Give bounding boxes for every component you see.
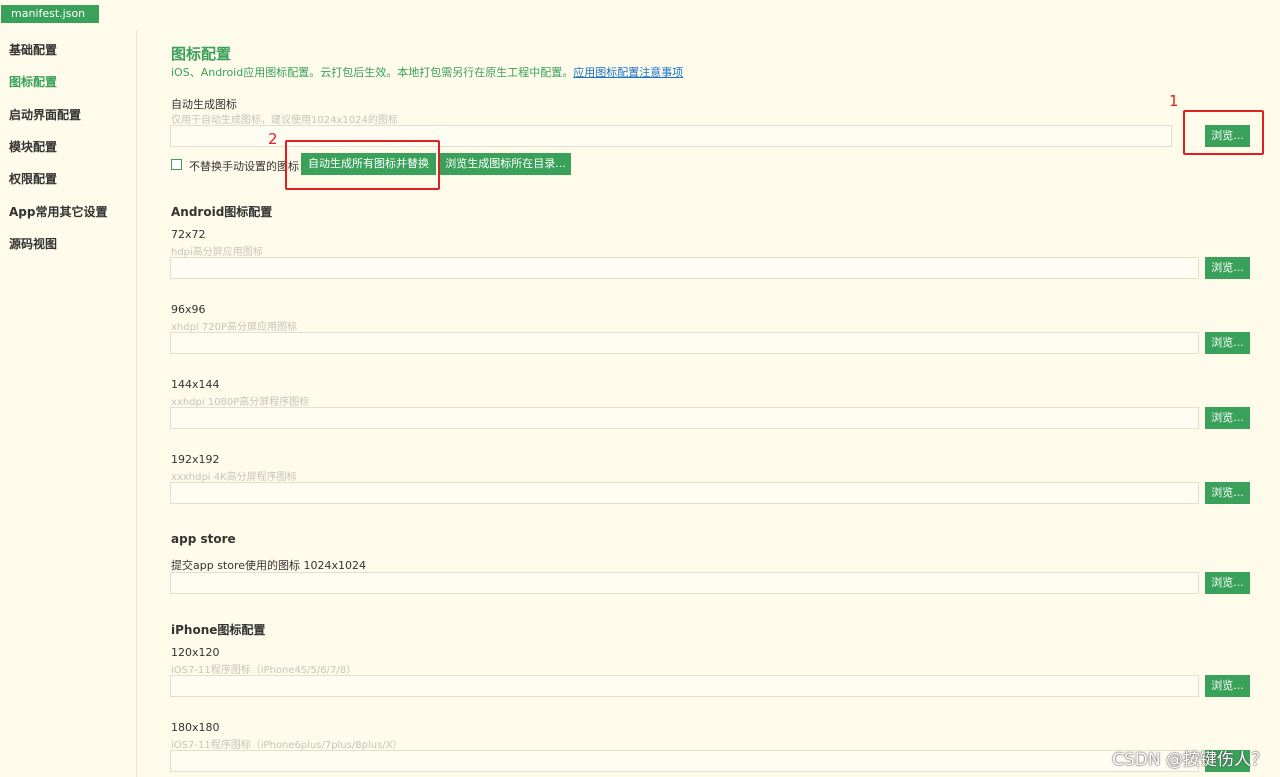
annotation-marker-2: 2 — [268, 130, 278, 148]
description-link[interactable]: 应用图标配置注意事项 — [573, 66, 683, 79]
no-replace-checkbox[interactable] — [171, 159, 182, 170]
auto-icon-hint: 仅用于自动生成图标，建议使用1024x1024的图标 — [171, 115, 398, 126]
android-192-label: 192x192 — [171, 453, 220, 466]
appstore-input[interactable] — [170, 572, 1199, 594]
android-192-input[interactable] — [170, 482, 1199, 504]
android-96-label: 96x96 — [171, 303, 206, 316]
android-192-hint: xxxhdpi 4K高分屏程序图标 — [171, 472, 297, 483]
iphone-180-input[interactable] — [170, 750, 1199, 772]
iphone-section-title: iPhone图标配置 — [171, 623, 266, 637]
android-144-browse-button[interactable]: 浏览... — [1205, 407, 1250, 429]
android-192-browse-button[interactable]: 浏览... — [1205, 482, 1250, 504]
description-text: iOS、Android应用图标配置。云打包后生效。本地打包需另行在原生工程中配置… — [171, 66, 574, 79]
android-72-input[interactable] — [170, 257, 1199, 279]
main-panel: 图标配置 iOS、Android应用图标配置。云打包后生效。本地打包需另行在原生… — [0, 0, 1280, 777]
annotation-box-1 — [1183, 110, 1264, 155]
iphone-180-hint: iOS7-11程序图标（iPhone6plus/7plus/8plus/X） — [171, 740, 403, 751]
iphone-180-label: 180x180 — [171, 721, 220, 734]
appstore-label: 提交app store使用的图标 1024x1024 — [171, 559, 367, 572]
android-72-browse-button[interactable]: 浏览... — [1205, 257, 1250, 279]
annotation-marker-1: 1 — [1169, 92, 1179, 110]
android-section-title: Android图标配置 — [171, 205, 273, 219]
android-144-hint: xxhdpi 1080P高分屏程序图标 — [171, 397, 310, 408]
annotation-box-2 — [285, 140, 440, 190]
iphone-120-browse-button[interactable]: 浏览... — [1205, 675, 1250, 697]
android-96-hint: xhdpi 720P高分屏应用图标 — [171, 322, 298, 333]
iphone-120-input[interactable] — [170, 675, 1199, 697]
iphone-120-label: 120x120 — [171, 646, 220, 659]
android-96-browse-button[interactable]: 浏览... — [1205, 332, 1250, 354]
appstore-section-title: app store — [171, 532, 236, 546]
android-72-hint: hdpi高分屏应用图标 — [171, 247, 263, 258]
android-72-label: 72x72 — [171, 228, 206, 241]
watermark: CSDN @按键伤人？ — [1112, 750, 1268, 770]
browse-generated-dir-button[interactable]: 浏览生成图标所在目录... — [440, 153, 571, 175]
no-replace-label: 不替换手动设置的图标 — [189, 160, 299, 173]
auto-icon-label: 自动生成图标 — [171, 98, 237, 111]
android-144-input[interactable] — [170, 407, 1199, 429]
page-description: iOS、Android应用图标配置。云打包后生效。本地打包需另行在原生工程中配置… — [171, 64, 683, 80]
page-title: 图标配置 — [171, 45, 232, 63]
android-96-input[interactable] — [170, 332, 1199, 354]
android-144-label: 144x144 — [171, 378, 220, 391]
appstore-browse-button[interactable]: 浏览... — [1205, 572, 1250, 594]
iphone-120-hint: iOS7-11程序图标（iPhone4S/5/6/7/8） — [171, 665, 357, 676]
